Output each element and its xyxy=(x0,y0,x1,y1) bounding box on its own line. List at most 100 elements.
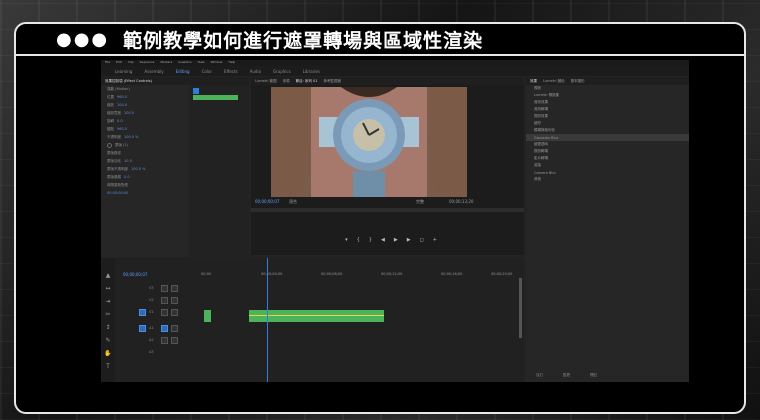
transport-controls: ▾ { } ◀ ▶ ▶ ◻ + xyxy=(291,237,491,245)
export-frame-icon[interactable]: ◻ xyxy=(420,237,424,245)
list-item[interactable]: Lumetri 預設集 xyxy=(526,92,689,99)
list-item[interactable]: 音訊效果 xyxy=(526,99,689,106)
timeline-clip[interactable] xyxy=(249,310,384,322)
hand-tool-icon[interactable]: ✋ xyxy=(104,350,111,357)
workspace-tab[interactable]: Assembly xyxy=(140,69,167,74)
effects-footer: 自訂 監看 標記 xyxy=(536,373,597,378)
quality-dropdown[interactable]: 完整 xyxy=(416,199,424,205)
ruler-label: 00;00 xyxy=(201,272,212,276)
effects-tabs: 效果 Lumetri 顏色 基本圖形 xyxy=(526,77,689,85)
menu-item[interactable]: View xyxy=(198,60,205,66)
settings-icon[interactable]: + xyxy=(433,237,437,245)
tab-effect-controls[interactable]: 效果控制項 (Effect Controls) xyxy=(105,79,152,84)
list-item[interactable]: 視訊轉場 xyxy=(526,148,689,155)
track-eye-toggle[interactable] xyxy=(171,309,178,316)
track-label[interactable]: A2 xyxy=(149,338,154,342)
tab-lumetri-scopes[interactable]: Lumetri 範圍 xyxy=(255,79,277,84)
tab-effects[interactable]: 效果 xyxy=(530,79,537,84)
tab-program[interactable]: 節目: 序列 01 xyxy=(296,79,318,84)
list-item-selected[interactable]: Gaussian Blur xyxy=(526,134,689,141)
list-item[interactable]: 其他 xyxy=(526,176,689,183)
list-item[interactable]: 音訊轉場 xyxy=(526,106,689,113)
menu-item[interactable]: Graphics xyxy=(178,60,191,66)
track-label[interactable]: V2 xyxy=(149,298,154,302)
menu-item[interactable]: Clip xyxy=(128,60,134,66)
ruler-label: 00;00;04;00 xyxy=(261,272,283,276)
footer-item[interactable]: 標記 xyxy=(590,373,597,378)
list-item[interactable]: 視訊效果 xyxy=(526,113,689,120)
time-ruler[interactable]: 00;00 00;00;04;00 00;00;08;00 00;00;12;0… xyxy=(201,272,521,278)
ruler-label: 00;00;08;00 xyxy=(321,272,343,276)
workspace-tab[interactable]: Libraries xyxy=(299,69,324,74)
track-mute-toggle[interactable] xyxy=(161,337,168,344)
step-forward-icon[interactable]: ▶ xyxy=(407,237,411,245)
workspace-tab[interactable]: Graphics xyxy=(269,69,295,74)
mask-ellipse-icon[interactable] xyxy=(107,142,112,148)
track-eye-toggle[interactable] xyxy=(171,297,178,304)
track-label[interactable]: A1 xyxy=(149,326,154,330)
ruler-label: 00;00;20;00 xyxy=(491,272,513,276)
menu-item[interactable]: Markers xyxy=(160,60,172,66)
track-label[interactable]: A3 xyxy=(149,350,154,354)
workspace-tab-active[interactable]: Editing xyxy=(172,69,194,74)
step-back-icon[interactable]: ◀ xyxy=(381,237,385,245)
pen-tool-icon[interactable]: ✎ xyxy=(105,337,110,344)
timeline-clip[interactable] xyxy=(204,310,211,322)
menu-item[interactable]: Sequence xyxy=(140,60,155,66)
footer-item[interactable]: 自訂 xyxy=(536,373,543,378)
menu-item[interactable]: Help xyxy=(228,60,235,66)
tab-source[interactable]: 來源 xyxy=(283,79,290,84)
track-target-toggle[interactable] xyxy=(139,309,146,316)
workspace-bar: Learning Assembly Editing Color Effects … xyxy=(101,66,689,76)
list-item[interactable]: Camera Blur xyxy=(526,169,689,176)
workspace-tab[interactable]: Effects xyxy=(220,69,242,74)
monitor-scrub-bar[interactable] xyxy=(251,208,524,212)
workspace-tab[interactable]: Color xyxy=(198,69,216,74)
opacity-rubberband[interactable] xyxy=(249,315,384,316)
razor-icon[interactable]: ✂ xyxy=(105,311,110,318)
marker-icon[interactable]: ▾ xyxy=(345,237,348,245)
workspace-tab[interactable]: Learning xyxy=(111,69,136,74)
play-icon[interactable]: ▶ xyxy=(394,237,398,245)
playhead-marker[interactable] xyxy=(193,88,199,94)
timeline-playhead[interactable] xyxy=(267,258,268,382)
track-label[interactable]: V1 xyxy=(149,310,154,314)
ruler-label: 00;00;12;00 xyxy=(381,272,403,276)
workspace-tab[interactable]: Audio xyxy=(246,69,265,74)
menu-item[interactable]: Window xyxy=(211,60,223,66)
footer-item[interactable]: 監看 xyxy=(563,373,570,378)
list-item[interactable]: 變更過時 xyxy=(526,141,689,148)
tab-reference[interactable]: 參考監視器 xyxy=(323,79,341,84)
effect-controls-mini-timeline xyxy=(189,85,249,257)
ruler-label: 00;00;16;00 xyxy=(441,272,463,276)
text-tool-icon[interactable]: T xyxy=(106,363,110,370)
list-item[interactable]: 變形 xyxy=(526,120,689,127)
tab-lumetri-color[interactable]: Lumetri 顏色 xyxy=(543,79,565,84)
selection-tool-icon[interactable]: ▲ xyxy=(106,272,111,279)
track-lock-toggle[interactable] xyxy=(161,309,168,316)
program-monitor: Lumetri 範圍 來源 節目: 序列 01 參考監視器 00;00;00;0… xyxy=(251,77,524,255)
track-solo-toggle[interactable] xyxy=(171,337,178,344)
out-point-icon[interactable]: } xyxy=(369,237,372,245)
tab-essential-graphics[interactable]: 基本圖形 xyxy=(571,79,585,84)
track-label[interactable]: V3 xyxy=(149,286,154,290)
list-item[interactable]: 預設 xyxy=(526,85,689,92)
track-mute-toggle[interactable] xyxy=(161,325,168,332)
list-item[interactable]: 影片轉場 xyxy=(526,155,689,162)
slip-tool-icon[interactable]: ↕ xyxy=(105,324,110,331)
fit-dropdown[interactable]: 適合 xyxy=(289,199,297,205)
list-item[interactable]: 模糊與銳利化 xyxy=(526,127,689,134)
menu-item[interactable]: File xyxy=(105,60,110,66)
track-lock-toggle[interactable] xyxy=(161,285,168,292)
tools-panel: ▲ ↔ ⇥ ✂ ↕ ✎ ✋ T xyxy=(101,258,115,382)
ripple-edit-icon[interactable]: ⇥ xyxy=(105,298,110,305)
timeline-scrollbar[interactable] xyxy=(519,278,522,338)
menu-item[interactable]: Edit xyxy=(116,60,122,66)
track-select-icon[interactable]: ↔ xyxy=(105,285,110,292)
track-lock-toggle[interactable] xyxy=(161,297,168,304)
track-target-toggle[interactable] xyxy=(139,325,146,332)
track-solo-toggle[interactable] xyxy=(171,325,178,332)
list-item[interactable]: 溶接 xyxy=(526,162,689,169)
track-eye-toggle[interactable] xyxy=(171,285,178,292)
in-point-icon[interactable]: { xyxy=(357,237,360,245)
